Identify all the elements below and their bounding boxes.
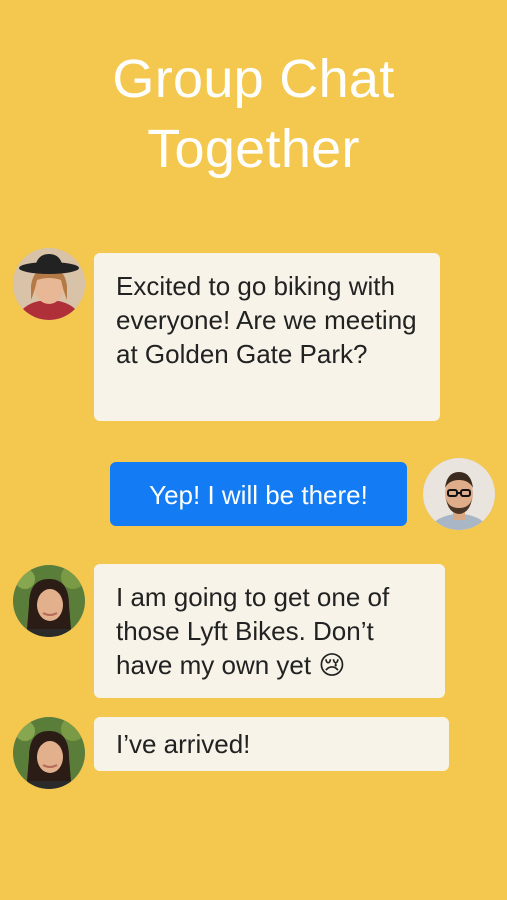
page-title-line-2: Together bbox=[147, 119, 360, 179]
message-bubble-received[interactable]: I am going to get one of those Lyft Bike… bbox=[94, 564, 445, 698]
message-text: Yep! I will be there! bbox=[149, 480, 368, 510]
woman-dark-hair-avatar-icon[interactable] bbox=[13, 565, 85, 637]
message-text: I am going to get one of those Lyft Bike… bbox=[116, 582, 390, 680]
message-text: I’ve arrived! bbox=[116, 729, 251, 759]
message-text: Excited to go biking with everyone! Are … bbox=[116, 271, 417, 369]
page-title-line-1: Group Chat bbox=[112, 49, 395, 109]
message-bubble-sent[interactable]: Yep! I will be there! bbox=[110, 462, 407, 526]
man-with-glasses-avatar-icon[interactable] bbox=[423, 458, 495, 530]
woman-dark-hair-avatar-icon[interactable] bbox=[13, 717, 85, 789]
message-bubble-received[interactable]: Excited to go biking with everyone! Are … bbox=[94, 253, 440, 421]
woman-with-hat-avatar-icon[interactable] bbox=[13, 248, 85, 320]
page-title: Group Chat Together bbox=[0, 44, 507, 184]
message-bubble-received[interactable]: I’ve arrived! bbox=[94, 717, 449, 771]
